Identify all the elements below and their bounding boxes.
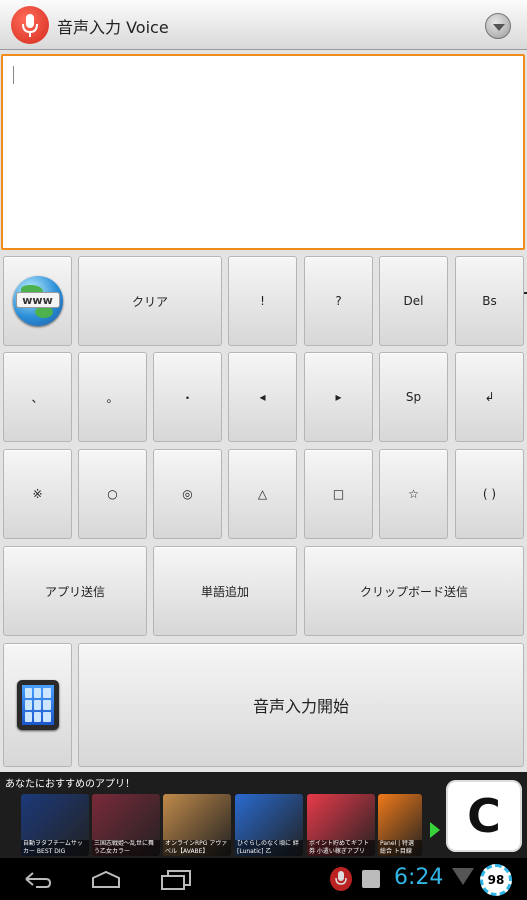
microphone-app-icon — [11, 6, 49, 44]
ad-tile[interactable]: 自動ヲタブチームサッカー BEST DIG — [21, 794, 89, 856]
system-navigation-bar — [0, 858, 527, 900]
back-icon[interactable] — [22, 869, 52, 892]
tablet-mode-button[interactable] — [3, 643, 72, 767]
web-search-button[interactable]: www — [3, 256, 72, 346]
enter-key[interactable]: ↲ — [455, 352, 524, 442]
parentheses-key[interactable]: ( ) — [455, 449, 524, 539]
ad-tile-caption: ポイント貯めてギフト券 小遣い稼ぎアプリ — [307, 840, 375, 856]
triangle-key[interactable]: △ — [228, 449, 297, 539]
circle-key[interactable]: ○ — [78, 449, 147, 539]
double-circle-key[interactable]: ◎ — [153, 449, 222, 539]
microphone-status-icon — [330, 867, 352, 891]
ad-tile[interactable]: オンラインRPG アヴァベル【AVABE】 — [163, 794, 231, 856]
cursor-right-key[interactable]: ▸ — [304, 352, 373, 442]
action-bar: 音声入力 Voice — [0, 0, 527, 50]
ad-title: あなたにおすすめのアプリ！ — [5, 779, 135, 790]
add-word-button[interactable]: 単語追加 — [153, 546, 297, 636]
shopping-bag-icon — [362, 870, 380, 888]
overflow-menu-icon[interactable] — [485, 13, 511, 39]
cursor-left-key[interactable]: ◂ — [228, 352, 297, 442]
ad-next-arrow-icon[interactable] — [430, 822, 440, 838]
www-label: www — [15, 292, 60, 308]
ad-tile[interactable]: 三国志戦姫～乱世に舞う乙女カラー — [92, 794, 160, 856]
clear-button[interactable]: クリア — [78, 256, 222, 346]
ad-tile-caption: 三国志戦姫～乱世に舞う乙女カラー — [92, 840, 160, 856]
ad-tile-caption: オンラインRPG アヴァベル【AVABE】 — [163, 840, 231, 856]
home-icon[interactable] — [90, 869, 122, 892]
space-key[interactable]: Sp — [379, 352, 448, 442]
battery-indicator: 98 — [480, 864, 512, 896]
ad-tile[interactable]: ポイント貯めてギフト券 小遣い稼ぎアプリ — [307, 794, 375, 856]
recent-apps-icon[interactable] — [160, 869, 192, 894]
status-clock: 6:24 — [394, 865, 444, 890]
ad-tile-caption: ひぐらしのなく頃に 絆 [Lunatic] 乙 — [235, 840, 303, 856]
kome-mark-key[interactable]: ※ — [3, 449, 72, 539]
tablet-icon — [16, 680, 59, 730]
voice-text-input[interactable] — [1, 54, 525, 250]
delete-key[interactable]: Del — [379, 256, 448, 346]
backspace-key[interactable]: Bs — [455, 256, 524, 346]
text-cursor — [13, 66, 14, 84]
ad-logo-button[interactable]: C — [446, 780, 522, 852]
exclamation-key[interactable]: ! — [228, 256, 297, 346]
period-key[interactable]: 。 — [78, 352, 147, 442]
ad-tile-caption: 自動ヲタブチームサッカー BEST DIG — [21, 840, 89, 856]
ad-tile[interactable]: Panel | 特選 総合 ト目線 — [378, 794, 422, 856]
ad-tile[interactable]: ひぐらしのなく頃に 絆 [Lunatic] 乙 — [235, 794, 303, 856]
ad-tile-caption: Panel | 特選 総合 ト目線 — [378, 840, 422, 856]
app-title: 音声入力 Voice — [57, 18, 169, 37]
square-key[interactable]: □ — [304, 449, 373, 539]
start-voice-input-button[interactable]: 音声入力開始 — [78, 643, 524, 767]
question-key[interactable]: ? — [304, 256, 373, 346]
wifi-icon — [452, 868, 474, 885]
comma-key[interactable]: 、 — [3, 352, 72, 442]
clipboard-send-button[interactable]: クリップボード送信 — [304, 546, 524, 636]
star-key[interactable]: ☆ — [379, 449, 448, 539]
globe-icon: www — [12, 276, 63, 326]
app-send-button[interactable]: アプリ送信 — [3, 546, 147, 636]
middle-dot-key[interactable]: ・ — [153, 352, 222, 442]
